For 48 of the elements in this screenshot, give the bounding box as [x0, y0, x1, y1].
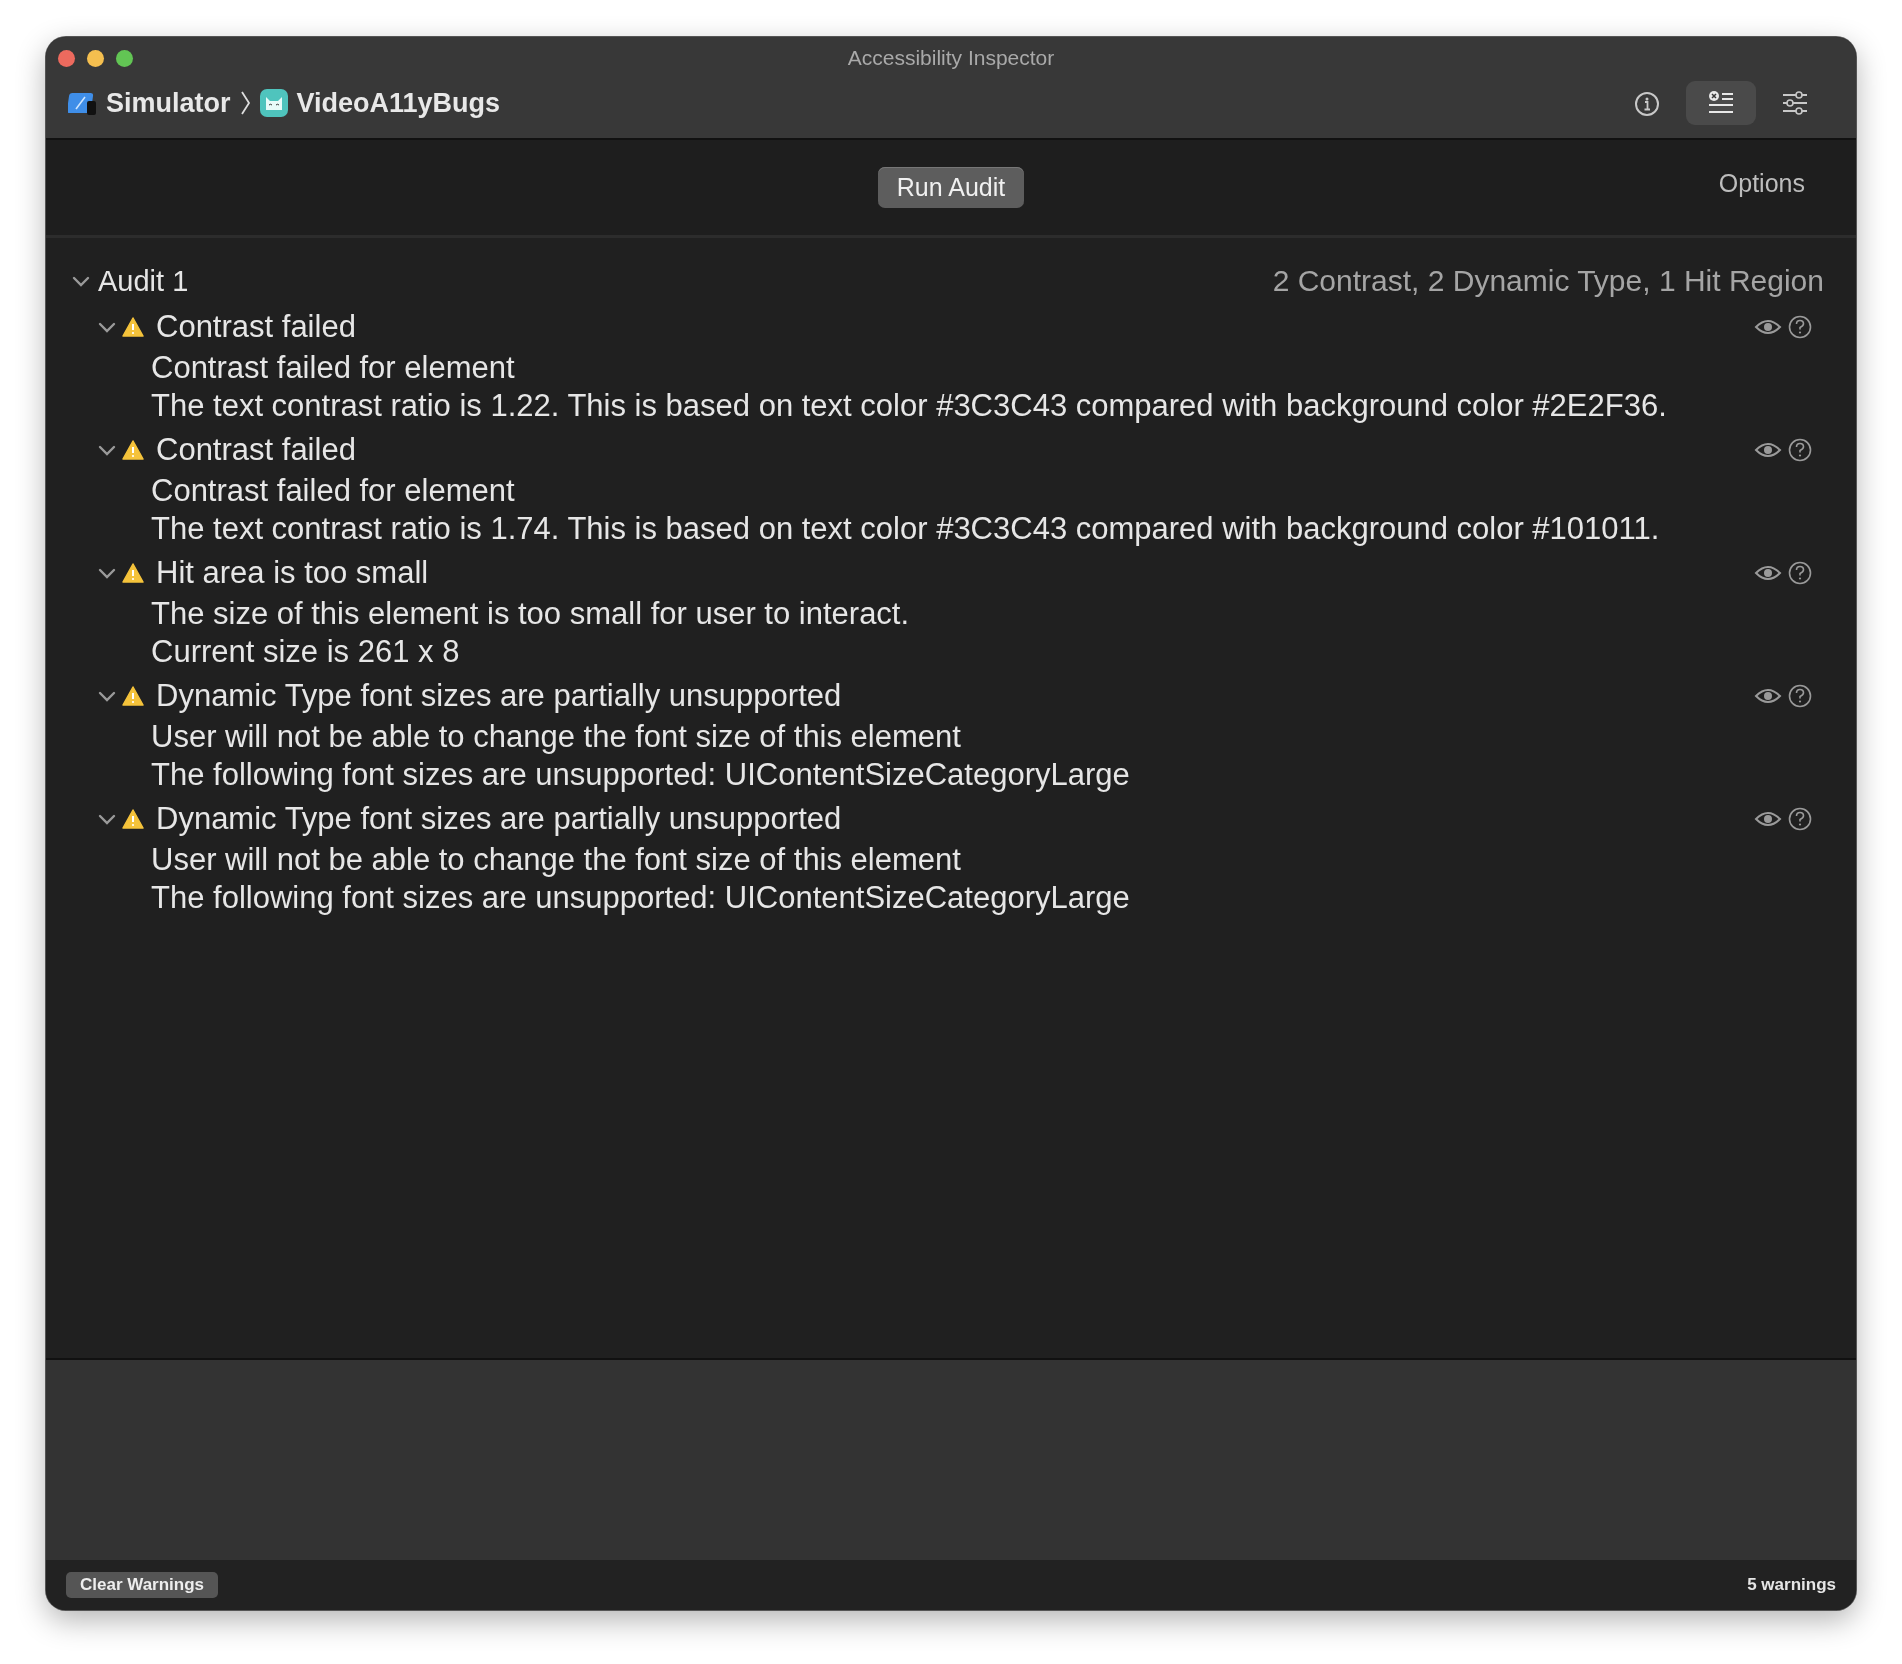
issue-title: Dynamic Type font sizes are partially unsupported: [156, 678, 843, 714]
help-icon[interactable]: [1788, 561, 1812, 585]
window-title: Accessibility Inspector: [847, 46, 1055, 70]
help-icon[interactable]: [1788, 438, 1812, 462]
issue-detail-text: The following font sizes are unsupported: UIContentSizeCategoryLarge: [151, 879, 1131, 917]
issue-title: Contrast failed: [156, 309, 357, 345]
sliders-icon: [1781, 90, 1809, 116]
eye-icon[interactable]: [1754, 686, 1782, 706]
close-button[interactable]: [58, 49, 75, 67]
warning-count: 5 warnings: [1747, 1575, 1836, 1595]
breadcrumb-item[interactable]: Simulator: [68, 87, 231, 119]
minimize-button[interactable]: [87, 49, 104, 67]
eye-icon[interactable]: [1754, 440, 1782, 460]
issue-detail-text: Contrast failed for element: [151, 472, 516, 510]
zoom-button[interactable]: [116, 49, 133, 67]
issue-detail-text: The text contrast ratio is 1.74. This is based on text color #3C3C43 compared with background color #101011.: [151, 510, 1661, 548]
issue-detail-text: The size of this element is too small for user to interact.: [151, 595, 911, 633]
cat-app-icon: [258, 88, 289, 118]
breadcrumb-item[interactable]: VideoA11yBugs: [258, 87, 501, 119]
warning-icon: [122, 686, 144, 706]
warning-icon: [122, 563, 144, 583]
help-icon[interactable]: [1788, 684, 1812, 708]
audit-title: Audit 1: [98, 264, 190, 298]
issue-detail-text: The following font sizes are unsupported: UIContentSizeCategoryLarge: [151, 756, 1131, 794]
eye-icon[interactable]: [1754, 317, 1782, 337]
eye-icon[interactable]: [1754, 563, 1782, 583]
issue-detail-text: Contrast failed for element: [151, 349, 516, 387]
issue-title: Contrast failed: [156, 432, 357, 468]
warning-icon: [122, 317, 144, 337]
breadcrumb-separator-icon: [238, 89, 251, 117]
issue-detail-text: User will not be able to change the font size of this element: [151, 841, 962, 879]
issue-detail-text: User will not be able to change the font size of this element: [151, 718, 962, 756]
run-audit-button[interactable]: Run Audit: [877, 167, 1025, 208]
help-icon[interactable]: [1788, 315, 1812, 339]
warning-icon: [122, 809, 144, 829]
warning-icon: [122, 440, 144, 460]
help-icon[interactable]: [1788, 807, 1812, 831]
audit-list-icon: [1707, 90, 1735, 116]
issue-detail-text: The text contrast ratio is 1.22. This is based on text color #3C3C43 compared with background color #2E2F36.: [151, 387, 1668, 425]
clear-warnings-button[interactable]: Clear Warnings: [66, 1572, 219, 1598]
info-icon: [1633, 90, 1661, 116]
issue-title: Dynamic Type font sizes are partially unsupported: [156, 801, 843, 837]
eye-icon[interactable]: [1754, 809, 1782, 829]
issue-title: Hit area is too small: [156, 555, 430, 591]
options-button[interactable]: Options: [1712, 168, 1811, 199]
issue-detail-text: Current size is 261 x 8: [151, 633, 461, 671]
audit-button[interactable]: [1686, 81, 1756, 125]
audit-summary: 2 Contrast, 2 Dynamic Type, 1 Hit Region: [1272, 264, 1824, 298]
